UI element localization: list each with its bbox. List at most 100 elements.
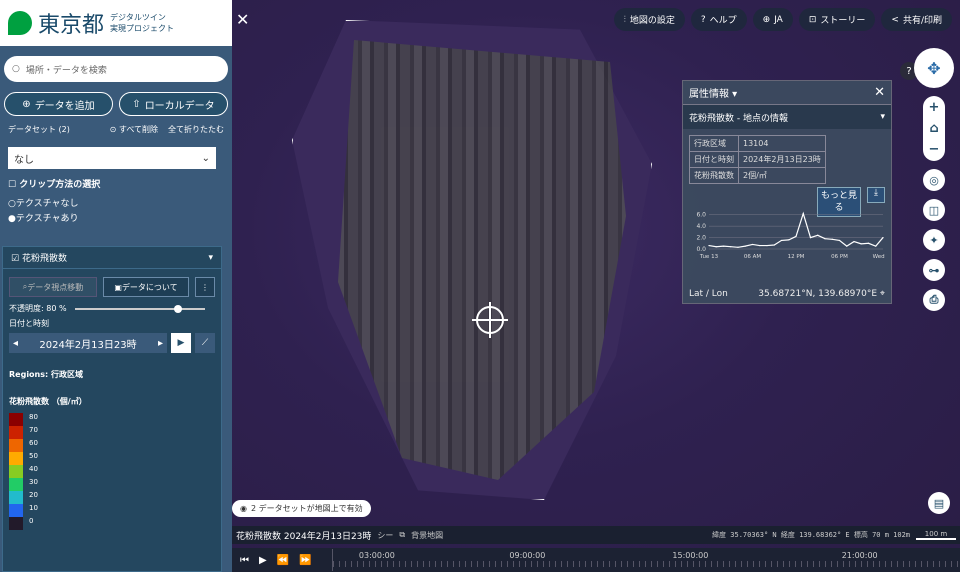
data-point	[730, 246, 732, 248]
location-pin-icon[interactable]: ⌖	[880, 289, 885, 299]
rewind-icon[interactable]: ⏪	[277, 555, 289, 566]
legend-label: 50	[29, 451, 38, 460]
table-value: 2個/㎡	[738, 167, 826, 184]
attribute-title[interactable]: 属性情報 ▾	[689, 85, 737, 100]
story-button[interactable]: ⊡ ストーリー	[798, 8, 876, 31]
crosshair-icon	[472, 302, 508, 338]
delete-all-button[interactable]: ⊙ すべて削除	[110, 124, 158, 135]
home-icon[interactable]: ⌂	[929, 121, 938, 136]
split-view-icon[interactable]: ◫	[923, 199, 945, 221]
radio-no-texture[interactable]: ○テクスチャなし	[0, 196, 232, 209]
sliders-icon: ⫶	[623, 14, 626, 25]
chevron-down-icon: ⌄	[201, 152, 210, 164]
opacity-slider-knob[interactable]	[173, 304, 182, 313]
data-point	[838, 239, 841, 242]
language-button[interactable]: ⊕ JA	[752, 8, 793, 31]
latlon-label: Lat / Lon	[689, 289, 728, 299]
data-point	[759, 244, 761, 247]
legend-item: 40	[9, 465, 221, 478]
data-point	[780, 239, 783, 242]
about-data-button[interactable]: ▣ データについて	[103, 277, 189, 297]
table-value: 13104	[738, 135, 826, 152]
locate-icon[interactable]: ◎	[923, 169, 945, 191]
collapse-icon[interactable]: ▾	[208, 253, 213, 263]
latlon-value-group: 35.68721°N, 139.68970°E ⌖	[758, 289, 885, 299]
collapse-all-button[interactable]: 全て折りたたむ	[168, 124, 224, 135]
attribute-table: 行政区域 13104 日付と時刻 2024年2月13日23時 花粉飛散数 2個/㎡	[689, 135, 826, 184]
zoom-out-icon[interactable]: −	[929, 142, 940, 157]
legend-item: 50	[9, 452, 221, 465]
radio-texture[interactable]: ●テクスチャあり	[0, 211, 232, 224]
fast-forward-icon[interactable]: ⏩	[299, 555, 311, 566]
data-point	[751, 243, 754, 246]
next-icon[interactable]: ▸	[158, 338, 163, 349]
latlon-row: Lat / Lon 35.68721°N, 139.68970°E ⌖	[689, 289, 885, 299]
basemap-link[interactable]: 背景地図	[411, 530, 443, 541]
close-sidebar-icon[interactable]: ✕	[236, 10, 249, 29]
skip-start-icon[interactable]: ⏮	[240, 555, 249, 566]
map-buildings	[338, 40, 626, 480]
sidebar: 東京都 デジタルツイン 実現プロジェクト ○ 場所・データを検索 ⊕ データを追…	[0, 0, 232, 572]
data-point	[867, 242, 870, 244]
data-point	[773, 244, 775, 246]
prev-icon[interactable]: ◂	[13, 338, 18, 349]
compass-icon[interactable]: ✥	[914, 48, 954, 88]
play-icon[interactable]: ▶	[259, 555, 267, 566]
local-data-label: ローカルデータ	[144, 100, 215, 112]
logo: 東京都 デジタルツイン 実現プロジェクト	[0, 0, 232, 46]
measure-icon[interactable]: ⊶	[923, 259, 945, 281]
map-view[interactable]: ✕ ⫶ 地図の設定 ? ヘルプ ⊕ JA ⊡ ストーリー < 共有/印刷 ? ✥ + ⌂ …	[232, 0, 960, 572]
data-view-move-button[interactable]: ⌕ データ視点移動	[9, 277, 97, 297]
x-tick-label: 12 PM	[788, 254, 805, 260]
add-data-label: データを追加	[34, 100, 95, 112]
datetime-label: 日付と時刻	[9, 319, 49, 328]
timeline-track[interactable]: 03:00:00 09:00:00 15:00:00 21:00:00	[332, 549, 960, 571]
legend-item: 10	[9, 504, 221, 517]
pedestrian-icon[interactable]: ✦	[923, 229, 945, 251]
close-icon[interactable]: ✕	[874, 85, 885, 100]
zoom-in-icon[interactable]: +	[929, 100, 940, 115]
logo-title: 東京都	[38, 13, 105, 38]
legend-swatch	[9, 465, 23, 478]
dataset-select[interactable]: なし ⌄	[8, 147, 216, 169]
x-tick-label: 06 PM	[831, 254, 848, 260]
series-line	[708, 211, 884, 248]
chart-icon[interactable]: ⟋	[195, 333, 215, 353]
search-icon: ○	[12, 64, 20, 74]
play-timeline-icon[interactable]: ▶	[171, 333, 191, 353]
x-tick-label: Wed 14	[873, 254, 887, 260]
status-link[interactable]: シー	[377, 530, 393, 541]
dataset-status-message: ◉ 2 データセットが地図上で有効	[232, 500, 371, 517]
attribute-subtitle[interactable]: 花粉飛散数 - 地点の情報 ▾	[683, 105, 891, 129]
chevron-down-icon: ▾	[880, 112, 885, 122]
timeline-tick: 21:00:00	[841, 551, 878, 560]
data-point	[831, 238, 833, 240]
legend-swatch	[9, 504, 23, 517]
add-data-button[interactable]: ⊕ データを追加	[4, 92, 113, 116]
map-settings-button[interactable]: ⫶ 地図の設定	[613, 8, 685, 31]
legend-item: 30	[9, 478, 221, 491]
more-menu-icon[interactable]: ⋮	[195, 277, 215, 297]
layer-header[interactable]: ☑ 花粉飛散数 ▾	[3, 247, 221, 269]
download-icon[interactable]: ⤓	[867, 187, 885, 203]
help-button[interactable]: ? ヘルプ	[690, 8, 747, 31]
legend-swatch	[9, 413, 23, 426]
y-tick-label: 2.0	[696, 235, 706, 242]
feedback-icon[interactable]: ▤	[928, 492, 950, 514]
legend-label: 0	[29, 516, 34, 525]
local-data-button[interactable]: ⇧ ローカルデータ	[119, 92, 228, 116]
print-icon[interactable]: ⎙	[923, 289, 945, 311]
legend-label: 70	[29, 425, 38, 434]
legend-swatch	[9, 452, 23, 465]
share-button[interactable]: < 共有/印刷	[881, 8, 952, 31]
datetime-picker[interactable]: ◂ 2024年2月13日23時 ▸	[9, 333, 167, 353]
datasets-label: データセット (2)	[8, 125, 70, 134]
legend-swatch	[9, 478, 23, 491]
legend-label: 20	[29, 490, 38, 499]
logo-subtitle-2: 実現プロジェクト	[110, 24, 175, 33]
legend-swatch	[9, 517, 23, 530]
opacity-slider[interactable]	[74, 304, 205, 313]
legend-label: 80	[29, 412, 38, 421]
clip-method[interactable]: ☐ クリップ方法の選択	[0, 177, 232, 190]
search-input[interactable]: ○ 場所・データを検索	[4, 56, 228, 82]
